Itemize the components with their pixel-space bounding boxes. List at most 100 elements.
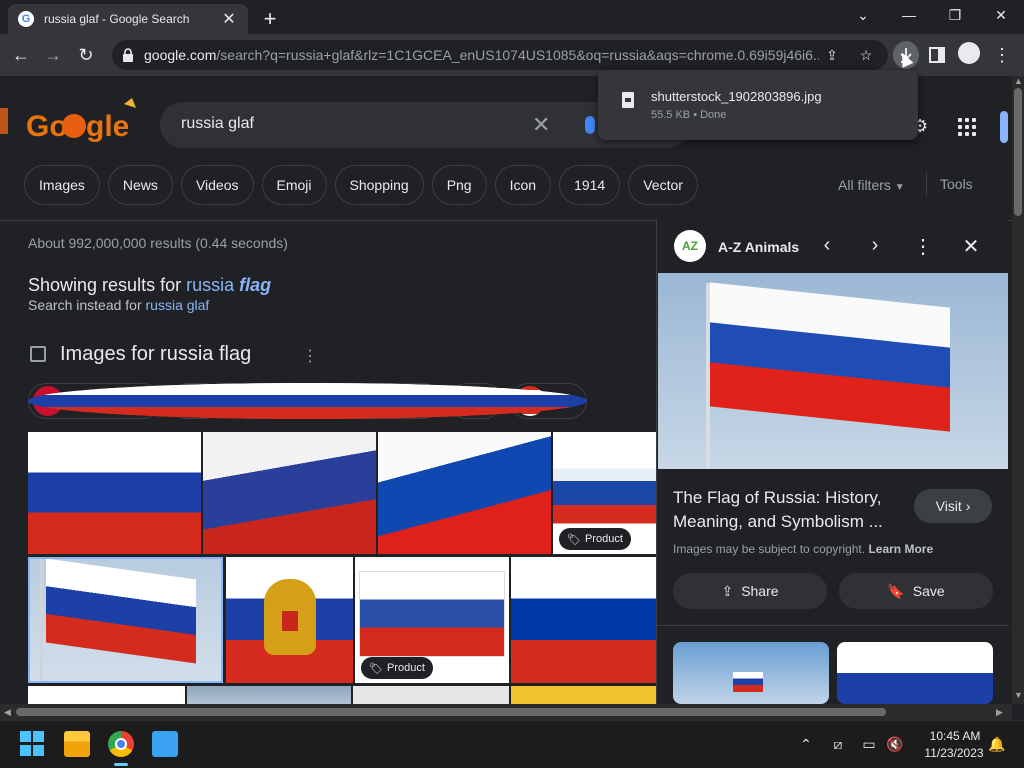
learn-more-link[interactable]: Learn More: [868, 542, 933, 556]
all-filters-label: All filters: [838, 177, 891, 193]
minimize-button[interactable]: —: [894, 4, 924, 26]
google-doodle-logo[interactable]: Go gle: [0, 96, 150, 146]
vertical-scroll-thumb[interactable]: [1014, 88, 1022, 216]
visit-button[interactable]: Visit ›: [914, 489, 992, 523]
all-filters-button[interactable]: All filters ▼: [838, 177, 905, 193]
show-hidden-icons-icon[interactable]: ⌃: [797, 736, 815, 753]
previous-arrow-icon[interactable]: ‹: [815, 234, 839, 257]
image-refinement-chips: soviet unionemojimapwallpapercircleold: [28, 383, 587, 419]
microphone-icon[interactable]: [585, 116, 595, 134]
scroll-right-icon[interactable]: ▶: [996, 707, 1003, 718]
save-button[interactable]: 🔖 Save: [839, 573, 993, 609]
more-vert-icon[interactable]: ⋮: [911, 234, 935, 259]
address-bar[interactable]: google.com/search?q=russia+glaf&rlz=1C1G…: [112, 40, 888, 70]
screen: G russia glaf - Google Search ✕ + ⌄ — ❐ …: [0, 0, 1024, 768]
image-result[interactable]: [511, 686, 656, 704]
russia-flag-wavy-image: [203, 432, 376, 554]
russia-flag-image: [28, 432, 201, 554]
filter-chip-shopping[interactable]: Shopping: [334, 165, 424, 205]
copyright-text: Images may be subject to copyright.: [673, 542, 866, 556]
image-result[interactable]: [28, 432, 201, 554]
restore-button[interactable]: ❐: [940, 4, 970, 26]
filter-chip-1914[interactable]: 1914: [559, 165, 621, 205]
more-options-icon[interactable]: ⋮: [302, 346, 318, 366]
browser-tab[interactable]: G russia glaf - Google Search ✕: [8, 4, 248, 34]
forward-button[interactable]: →: [40, 42, 66, 68]
horizontal-scrollbar[interactable]: ◀ ▶: [0, 704, 1012, 720]
download-filename[interactable]: shutterstock_1902803896.jpg: [651, 89, 822, 104]
new-tab-button[interactable]: +: [258, 6, 282, 32]
close-panel-icon[interactable]: ✕: [959, 234, 983, 259]
bookmark-star-icon[interactable]: ☆: [856, 45, 876, 65]
display-icon[interactable]: ▭: [860, 736, 878, 753]
account-indicator[interactable]: [1000, 111, 1008, 143]
az-animals-logo[interactable]: AZ: [674, 230, 706, 262]
share-button[interactable]: ⇪ Share: [673, 573, 827, 609]
image-result[interactable]: [378, 432, 551, 554]
filter-chip-png[interactable]: Png: [431, 165, 487, 205]
notepad-icon[interactable]: [152, 731, 178, 757]
vertical-scrollbar[interactable]: ▲ ▼: [1012, 76, 1024, 704]
image-result[interactable]: [187, 686, 351, 704]
filter-chip-vector[interactable]: Vector: [628, 165, 698, 205]
filter-chip-images[interactable]: Images: [24, 165, 100, 205]
tag-icon: 🏷: [567, 533, 581, 546]
related-image[interactable]: [673, 642, 829, 704]
next-arrow-icon[interactable]: ›: [863, 234, 887, 257]
image-result[interactable]: [28, 686, 185, 704]
tab-search-icon[interactable]: ⌄: [848, 4, 878, 26]
scroll-left-icon[interactable]: ◀: [4, 707, 11, 718]
browser-menu-icon[interactable]: ⋮: [989, 42, 1015, 68]
profile-avatar[interactable]: [958, 42, 980, 64]
image-result[interactable]: 🏷 Product: [553, 432, 656, 554]
related-image[interactable]: [837, 642, 993, 704]
image-result[interactable]: [226, 557, 353, 683]
download-bubble[interactable]: shutterstock_1902803896.jpg 55.5 KB • Do…: [598, 70, 918, 140]
clock-date[interactable]: 11/23/2023: [916, 746, 992, 760]
selected-image-result[interactable]: [28, 557, 223, 683]
filter-chip-news[interactable]: News: [107, 165, 173, 205]
images-section-title[interactable]: Images for russia flag: [60, 343, 251, 366]
preview-title-link[interactable]: The Flag of Russia: History, Meaning, an…: [673, 486, 903, 534]
russia-flag-image: [511, 557, 656, 683]
filter-chip-emoji[interactable]: Emoji: [261, 165, 327, 205]
back-button[interactable]: ←: [8, 42, 34, 68]
preview-image[interactable]: [658, 273, 1008, 469]
network-icon[interactable]: ⧄: [829, 736, 847, 753]
search-filter-chips: Images News Videos Emoji Shopping Png Icon 1914…: [24, 165, 698, 205]
filter-chip-icon[interactable]: Icon: [494, 165, 552, 205]
image-result[interactable]: [203, 432, 376, 554]
image-result[interactable]: 🏷 Product: [355, 557, 509, 683]
google-apps-icon[interactable]: [958, 118, 976, 136]
refinement-chip[interactable]: circle: [28, 383, 587, 419]
search-input[interactable]: russia glaf: [181, 115, 254, 133]
close-window-button[interactable]: ✕: [986, 4, 1016, 26]
scroll-down-icon[interactable]: ▼: [1014, 690, 1023, 700]
share-icon: ⇪: [721, 582, 734, 599]
horizontal-scroll-thumb[interactable]: [16, 708, 886, 716]
original-query-link[interactable]: russia glaf: [146, 297, 210, 313]
notification-bell-icon[interactable]: 🔔: [988, 736, 1006, 753]
share-icon[interactable]: ⇪: [822, 45, 842, 65]
copyright-notice: Images may be subject to copyright. Lear…: [673, 542, 933, 556]
scroll-up-icon[interactable]: ▲: [1014, 76, 1023, 86]
tab-close-icon[interactable]: ✕: [220, 9, 238, 29]
filter-chip-videos[interactable]: Videos: [180, 165, 254, 205]
file-explorer-icon[interactable]: [64, 731, 90, 757]
url-text[interactable]: google.com/search?q=russia+glaf&rlz=1C1G…: [144, 47, 819, 63]
source-name[interactable]: A-Z Animals: [718, 239, 799, 255]
side-panel-icon[interactable]: [929, 47, 945, 63]
volume-muted-icon[interactable]: 🔇: [886, 736, 904, 753]
clear-search-icon[interactable]: ✕: [532, 112, 550, 138]
image-result[interactable]: [511, 557, 656, 683]
google-favicon-icon: G: [18, 11, 34, 27]
lock-icon[interactable]: [122, 48, 134, 62]
image-result[interactable]: [353, 686, 509, 704]
windows-start-icon[interactable]: [20, 731, 46, 757]
showing-prefix: Showing results for: [28, 275, 182, 295]
corrected-query-link[interactable]: russia flag: [186, 275, 271, 295]
reload-button[interactable]: ↻: [73, 42, 99, 68]
tools-button[interactable]: Tools: [940, 176, 973, 192]
chrome-icon[interactable]: [108, 731, 134, 757]
clock-time[interactable]: 10:45 AM: [920, 729, 990, 743]
